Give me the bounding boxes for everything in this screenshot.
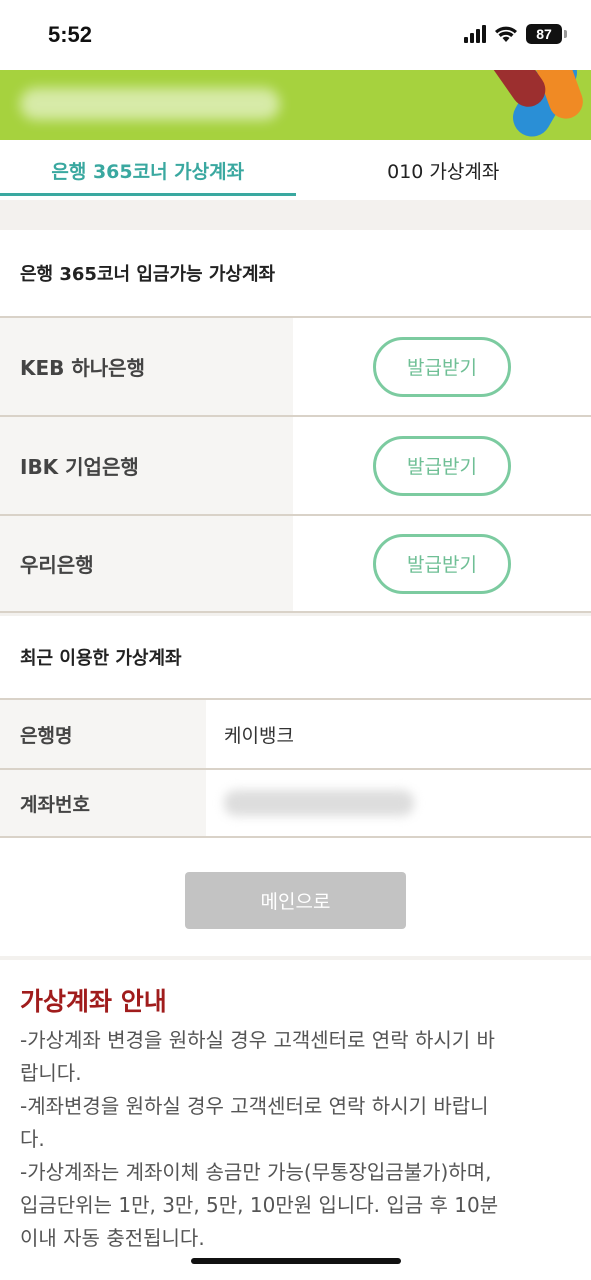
bank-name: KEB 하나은행	[0, 318, 293, 415]
bank-name: 우리은행	[0, 516, 293, 611]
tab-bank-365[interactable]: 은행 365코너 가상계좌	[0, 140, 296, 200]
status-icons: 87	[464, 24, 567, 44]
guide-line: 이내 자동 충전됩니다.	[20, 1226, 205, 1250]
bank-name-label: 은행명	[0, 700, 206, 768]
bank-section-title: 은행 365코너 입금가능 가상계좌	[20, 264, 276, 285]
info-row-account: 계좌번호	[0, 768, 591, 838]
battery-icon: 87	[526, 24, 562, 44]
account-number-value	[206, 770, 591, 836]
bank-row: KEB 하나은행 발급받기	[0, 316, 591, 415]
bank-row: 우리은행 발급받기	[0, 514, 591, 613]
cellular-signal-icon	[464, 25, 486, 43]
info-row-bank: 은행명 케이뱅크	[0, 698, 591, 768]
tab-010[interactable]: 010 가상계좌	[296, 140, 591, 200]
account-number-blurred	[224, 790, 414, 816]
guide-line: -가상계좌 변경을 원하실 경우 고객센터로 연락 하시기 바	[20, 1028, 495, 1052]
guide-line: -가상계좌는 계좌이체 송금만 가능(무통장입금불가)하며,	[20, 1160, 492, 1184]
bank-action: 발급받기	[293, 318, 591, 415]
tab-bar: 은행 365코너 가상계좌 010 가상계좌	[0, 140, 591, 200]
battery-tip	[564, 30, 567, 38]
recent-section-title: 최근 이용한 가상계좌	[20, 648, 182, 669]
guide-line: 입금단위는 1만, 3만, 5만, 10만원 입니다. 입금 후 10분	[20, 1193, 499, 1217]
issue-button-woori[interactable]: 발급받기	[373, 533, 511, 594]
account-number-label: 계좌번호	[0, 770, 206, 836]
bank-name: IBK 기업은행	[0, 417, 293, 514]
bank-name-value: 케이뱅크	[206, 700, 591, 768]
status-bar: 5:52 87	[0, 0, 591, 70]
guide-line: -계좌변경을 원하실 경우 고객센터로 연락 하시기 바랍니	[20, 1094, 489, 1118]
issue-button-ibk[interactable]: 발급받기	[373, 435, 511, 496]
bank-action: 발급받기	[293, 516, 591, 611]
guide-line: 랍니다.	[20, 1061, 82, 1085]
status-time: 5:52	[48, 22, 93, 47]
bank-action: 발급받기	[293, 417, 591, 514]
issue-button-keb[interactable]: 발급받기	[373, 336, 511, 397]
header-banner	[0, 70, 591, 140]
phone-number-blurred	[20, 88, 280, 120]
guide-title: 가상계좌 안내	[20, 987, 167, 1016]
bank-row: IBK 기업은행 발급받기	[0, 415, 591, 514]
wifi-icon	[495, 26, 517, 42]
guide-section: 가상계좌 안내 -가상계좌 변경을 원하실 경우 고객센터로 연락 하시기 바 …	[0, 960, 591, 1280]
guide-line: 다.	[20, 1127, 45, 1151]
main-button[interactable]: 메인으로	[185, 872, 406, 929]
bank-section: 은행 365코너 입금가능 가상계좌 KEB 하나은행 발급받기 IBK 기업은…	[0, 230, 591, 613]
home-indicator[interactable]	[191, 1258, 401, 1264]
brand-logo-icon	[490, 70, 583, 137]
